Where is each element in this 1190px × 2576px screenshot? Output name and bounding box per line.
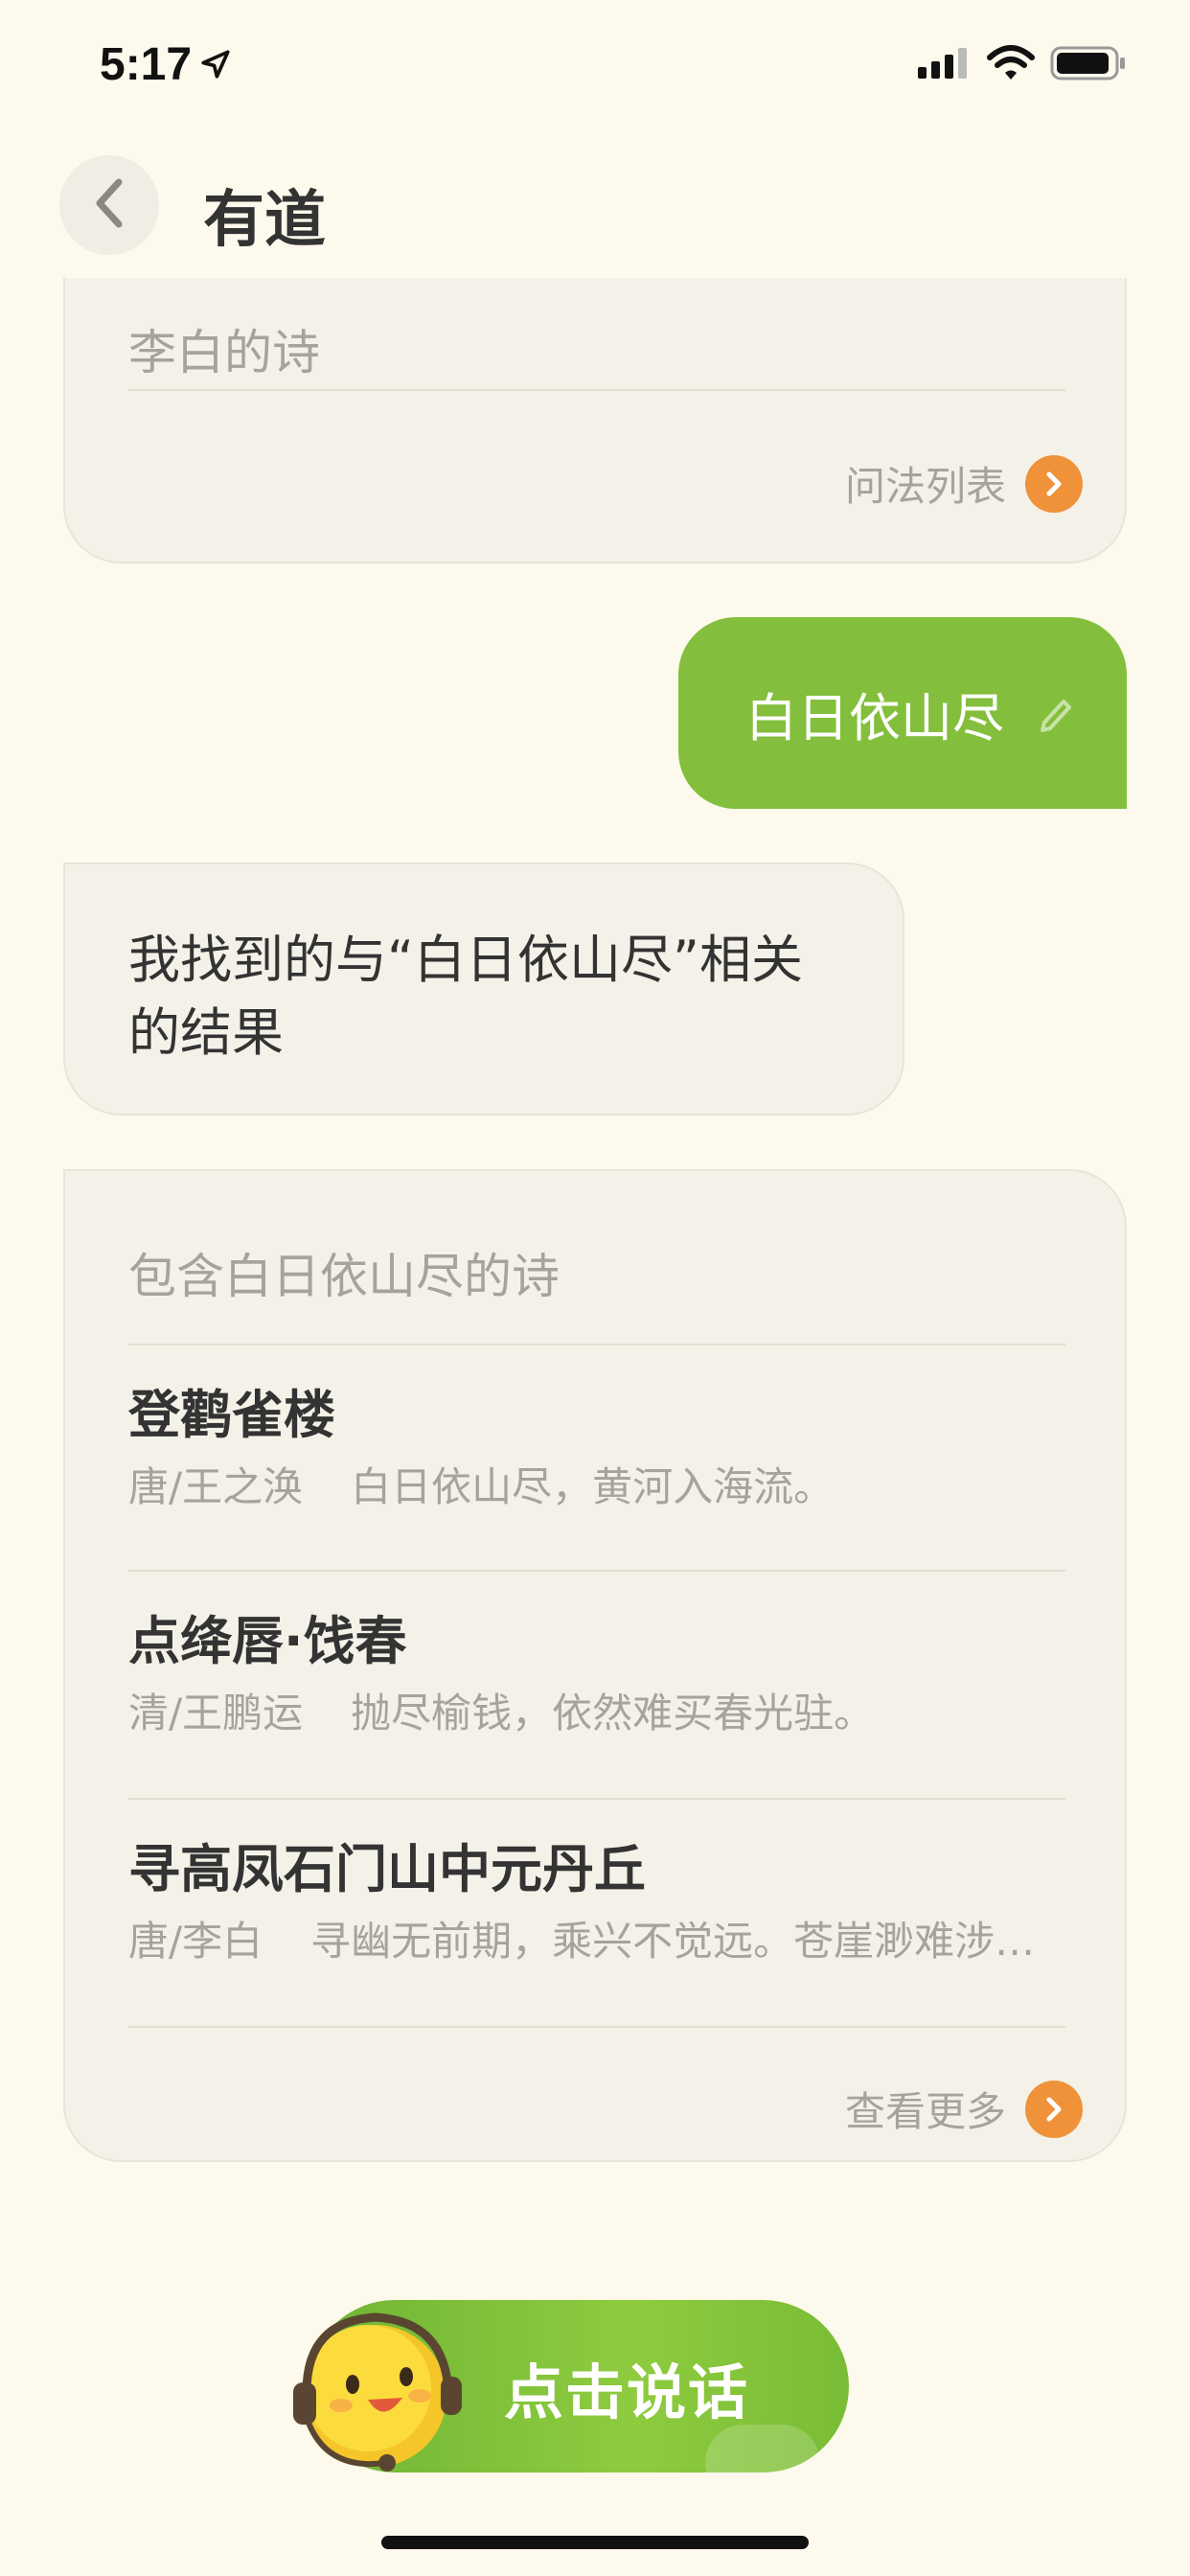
see-more-label: 查看更多	[844, 2088, 1006, 2135]
talk-button-label: 点击说话	[504, 2358, 750, 2427]
divider	[128, 2026, 1065, 2028]
bot-message-text: 我找到的与“白日依山尽”相关的结果	[128, 930, 803, 1063]
user-message-text: 白日依山尽	[745, 687, 1004, 748]
user-message-bubble[interactable]: 白日依山尽	[678, 617, 1127, 809]
chevron-right-icon	[1025, 2080, 1083, 2138]
poem-title: 登鹳雀楼	[128, 1385, 335, 1445]
poem-item[interactable]: 登鹳雀楼 唐/王之涣 白日依山尽，黄河入海流。	[128, 1346, 1065, 1572]
poem-excerpt: 寻幽无前期，乘兴不觉远。苍崖渺难涉，直下江东去。	[310, 1918, 1065, 1965]
bot-message-bubble: 我找到的与“白日依山尽”相关的结果	[63, 862, 904, 1116]
status-time: 5:17	[100, 39, 193, 90]
poem-title: 点绛唇·饯春	[128, 1611, 407, 1671]
poem-results-card: 包含白日依山尽的诗 登鹳雀楼 唐/王之涣 白日依山尽，黄河入海流。 点绛唇·饯春 …	[63, 1169, 1127, 2162]
cellular-signal-icon	[918, 46, 972, 88]
poem-subtitle: 唐/李白寻幽无前期，乘兴不觉远。苍崖渺难涉，直下江东去。	[128, 1909, 1065, 1967]
question-list-link[interactable]: 问法列表	[845, 454, 1083, 513]
results-title: 包含白日依山尽的诗	[128, 1249, 560, 1304]
poem-author: 唐/李白	[128, 1918, 263, 1965]
voice-talk-button[interactable]: 点击说话	[280, 2300, 849, 2472]
page-title: 有道	[203, 185, 326, 256]
poem-subtitle: 清/王鹏运 抛尽榆钱，依然难买春光驻。	[128, 1681, 1065, 1739]
poem-excerpt: 抛尽榆钱，依然难买春光驻。	[351, 1690, 875, 1736]
nav-header: 有道	[0, 144, 1190, 278]
poem-item[interactable]: 点绛唇·饯春 清/王鹏运 抛尽榆钱，依然难买春光驻。	[128, 1572, 1065, 1798]
query-suggestion-card: 李白的诗 问法列表	[63, 278, 1127, 564]
query-hint[interactable]: 李白的诗	[128, 314, 320, 383]
poem-excerpt: 白日依山尽，黄河入海流。	[351, 1463, 835, 1510]
see-more-link[interactable]: 查看更多	[845, 2080, 1083, 2138]
poem-title: 寻高凤石门山中元丹丘	[128, 1839, 646, 1899]
headset-mascot-icon	[280, 2300, 481, 2486]
poem-author: 唐/王之涣	[128, 1463, 304, 1510]
home-indicator[interactable]	[381, 2536, 809, 2549]
location-arrow-icon	[199, 48, 232, 84]
pencil-icon[interactable]	[1035, 690, 1073, 750]
poem-item[interactable]: 寻高凤石门山中元丹丘 唐/李白寻幽无前期，乘兴不觉远。苍崖渺难涉，直下江东去。	[128, 1800, 1065, 2026]
chevron-left-icon	[90, 176, 128, 234]
back-button[interactable]	[59, 155, 159, 255]
poem-subtitle: 唐/王之涣 白日依山尽，黄河入海流。	[128, 1455, 1065, 1513]
chevron-right-icon	[1025, 454, 1083, 513]
battery-icon	[1050, 44, 1127, 86]
question-list-label: 问法列表	[844, 463, 1006, 510]
divider	[128, 389, 1065, 391]
chat-scroll-area[interactable]: 李白的诗 问法列表 白日依山尽 我找到的与“白日依山尽”相关的结果 包含白日依山…	[0, 278, 1190, 2204]
status-bar: 5:17	[0, 0, 1190, 134]
wifi-icon	[987, 44, 1035, 86]
poem-author: 清/王鹏运	[128, 1690, 304, 1736]
